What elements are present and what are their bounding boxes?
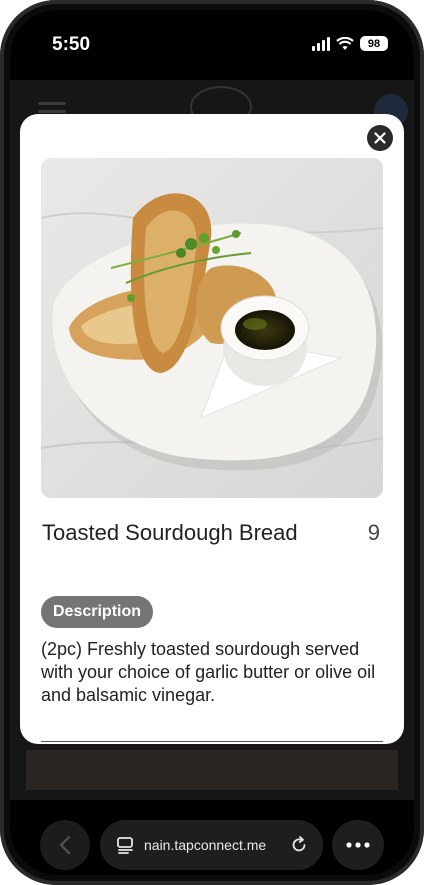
address-bar[interactable]: nain.tapconnect.me [100,820,323,870]
close-icon [374,132,386,144]
description-badge: Description [41,596,154,628]
wifi-icon [336,36,354,50]
battery-icon: 98 [360,36,388,51]
signal-icon [312,36,330,51]
more-icon [346,842,370,848]
dish-name: Toasted Sourdough Bread [42,520,298,545]
item-detail-modal: Toasted Sourdough Bread 9 Description (2… [20,114,404,744]
status-time: 5:50 [52,34,91,55]
close-button[interactable] [367,125,393,151]
back-icon [59,836,70,854]
screen: 5:50 98 Toasted Sourdough Bread 9 Descri… [10,10,414,875]
divider [41,741,383,742]
description-text: (2pc) Freshly toasted sourdough served w… [41,639,376,705]
back-button[interactable] [40,820,90,870]
status-icons: 98 [312,36,388,51]
background-food-image [26,750,398,790]
reload-icon[interactable] [289,835,309,855]
dish-price: 9 [367,520,380,545]
tabs-icon [117,837,133,854]
phone-frame: 5:50 98 Toasted Sourdough Bread 9 Descri… [0,0,424,885]
dish-image [41,158,383,498]
url-text: nain.tapconnect.me [144,837,267,853]
more-button[interactable] [332,820,384,870]
